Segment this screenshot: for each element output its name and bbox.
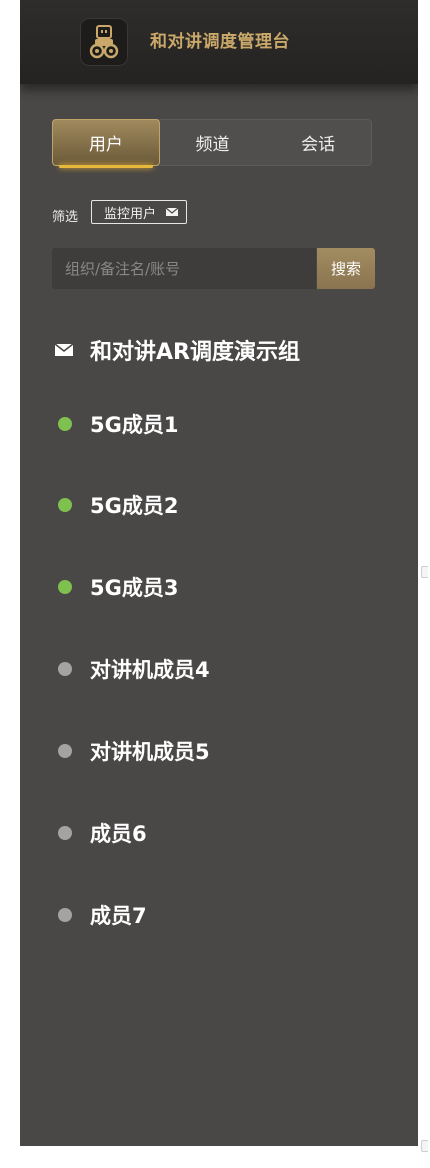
member-name: 5G成员1 (90, 413, 179, 437)
walkie-robot-logo-icon (89, 25, 119, 59)
offline-status-dot (58, 908, 72, 922)
offline-status-dot (58, 826, 72, 840)
list-item-member[interactable]: 对讲机成员4 (58, 652, 210, 686)
app-header: 和对讲调度管理台 (20, 0, 418, 84)
search-input[interactable] (52, 248, 316, 289)
user-panel: 和对讲调度管理台 用户 频道 会话 筛选 监控用户 搜索 和对讲AR调度演示组 … (20, 0, 418, 1146)
member-name: 对讲机成员4 (90, 658, 210, 682)
group-row[interactable]: 和对讲AR调度演示组 (54, 333, 300, 367)
list-item-member[interactable]: 成员6 (58, 816, 147, 850)
filter-chip-label: 监控用户 (104, 206, 157, 222)
list-item-member[interactable]: 成员7 (58, 898, 147, 932)
list-item-member[interactable]: 5G成员1 (58, 407, 178, 441)
monitor-users-filter-chip[interactable]: 监控用户 (91, 200, 188, 224)
resize-handle[interactable] (421, 566, 428, 578)
member-name: 成员6 (90, 822, 147, 846)
list-item-member[interactable]: 对讲机成员5 (58, 734, 210, 768)
envelope-icon (54, 343, 74, 356)
list-item-member[interactable]: 5G成员2 (58, 488, 178, 522)
group-name: 和对讲AR调度演示组 (90, 340, 300, 365)
member-name: 5G成员2 (90, 494, 179, 518)
envelope-icon (166, 208, 179, 216)
offline-status-dot (58, 744, 72, 758)
tab-channels[interactable]: 频道 (160, 120, 266, 165)
tab-sessions[interactable]: 会话 (265, 120, 371, 165)
member-name: 成员7 (90, 904, 147, 928)
list-item-member[interactable]: 5G成员3 (58, 570, 178, 604)
member-name: 对讲机成员5 (90, 740, 210, 764)
filter-label: 筛选 (52, 210, 79, 225)
app-logo (80, 18, 128, 66)
offline-status-dot (58, 662, 72, 676)
online-status-dot (58, 498, 72, 512)
online-status-dot (58, 580, 72, 594)
view-tabs: 用户 频道 会话 (52, 119, 372, 168)
online-status-dot (58, 417, 72, 431)
tab-users[interactable]: 用户 (52, 119, 160, 168)
search-button[interactable]: 搜索 (317, 248, 375, 289)
resize-handle[interactable] (421, 1140, 428, 1152)
app-title: 和对讲调度管理台 (150, 32, 290, 52)
member-name: 5G成员3 (90, 576, 179, 600)
